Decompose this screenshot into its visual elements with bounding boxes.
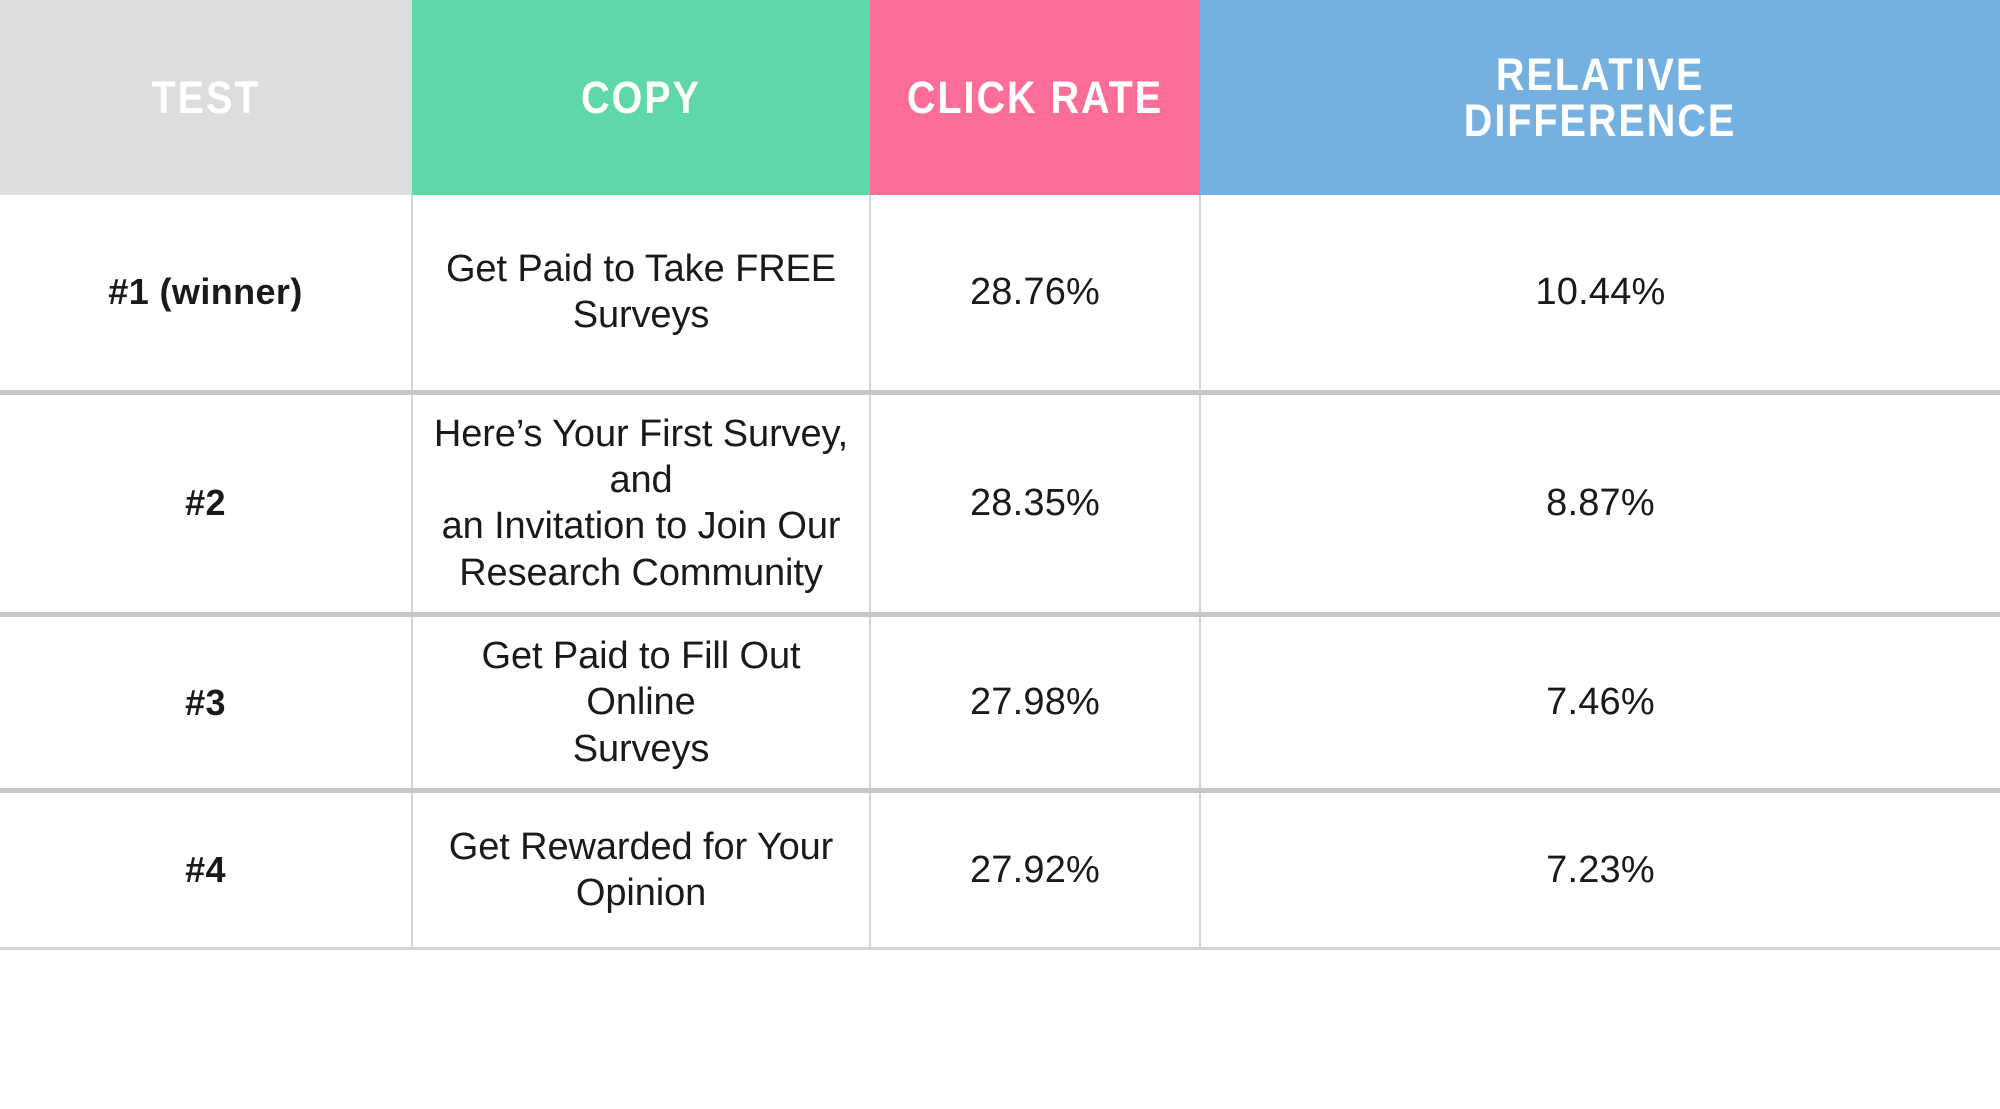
copy-line: Get Paid to Fill Out Online [481, 634, 801, 724]
table-header: TEST COPY CLICK RATE RELATIVE DIFFERENCE [0, 0, 2000, 195]
column-header-relative-difference: RELATIVE DIFFERENCE [1200, 0, 2000, 195]
cell-relative-difference: 8.87% [1200, 392, 2000, 617]
copy-line: Opinion [575, 872, 707, 915]
cell-test: #4 [0, 790, 413, 951]
table-row: #3 Get Paid to Fill Out Online Surveys 2… [0, 614, 2000, 794]
table-body: #1 (winner) Get Paid to Take FREE Survey… [0, 195, 2000, 951]
column-header-copy-label: COPY [581, 71, 701, 123]
copy-line: Get Rewarded for Your [448, 825, 834, 868]
cell-click-rate: 28.76% [870, 195, 1201, 395]
cell-click-rate: 28.35% [870, 392, 1201, 617]
column-header-relative-difference-label-line2: DIFFERENCE [1463, 94, 1737, 146]
results-table-container: TEST COPY CLICK RATE RELATIVE DIFFERENCE… [0, 0, 2000, 1109]
cell-copy: Get Paid to Take FREE Surveys [412, 195, 871, 395]
copy-line: an Invitation to Join Our [441, 505, 841, 548]
cell-relative-difference: 7.46% [1200, 614, 2000, 794]
cell-copy: Get Rewarded for Your Opinion [412, 790, 871, 951]
table-header-row: TEST COPY CLICK RATE RELATIVE DIFFERENCE [0, 0, 2000, 195]
copy-line: Here’s Your First Survey, and [433, 412, 849, 501]
cell-copy: Get Paid to Fill Out Online Surveys [412, 614, 871, 794]
cell-copy: Here’s Your First Survey, and an Invitat… [412, 392, 871, 617]
cell-test: #2 [0, 392, 413, 617]
column-header-click-rate: CLICK RATE [870, 0, 1200, 195]
column-header-test-label: TEST [151, 71, 261, 123]
copy-line: Surveys [572, 294, 710, 337]
copy-line: Get Paid to Take FREE [445, 247, 837, 290]
table-row: #4 Get Rewarded for Your Opinion 27.92% … [0, 790, 2000, 951]
ab-test-results-table: TEST COPY CLICK RATE RELATIVE DIFFERENCE… [0, 0, 2000, 951]
cell-relative-difference: 7.23% [1200, 790, 2000, 951]
cell-click-rate: 27.98% [870, 614, 1201, 794]
table-row: #2 Here’s Your First Survey, and an Invi… [0, 392, 2000, 617]
copy-line: Surveys [572, 727, 710, 770]
cell-relative-difference: 10.44% [1200, 195, 2000, 395]
copy-line: Research Community [459, 551, 823, 594]
column-header-click-rate-label: CLICK RATE [906, 71, 1164, 123]
column-header-relative-difference-label-line1: RELATIVE [1495, 48, 1705, 100]
cell-test: #3 [0, 614, 413, 794]
cell-click-rate: 27.92% [870, 790, 1201, 951]
cell-test: #1 (winner) [0, 195, 413, 395]
column-header-test: TEST [0, 0, 412, 195]
table-row: #1 (winner) Get Paid to Take FREE Survey… [0, 195, 2000, 395]
column-header-copy: COPY [412, 0, 870, 195]
